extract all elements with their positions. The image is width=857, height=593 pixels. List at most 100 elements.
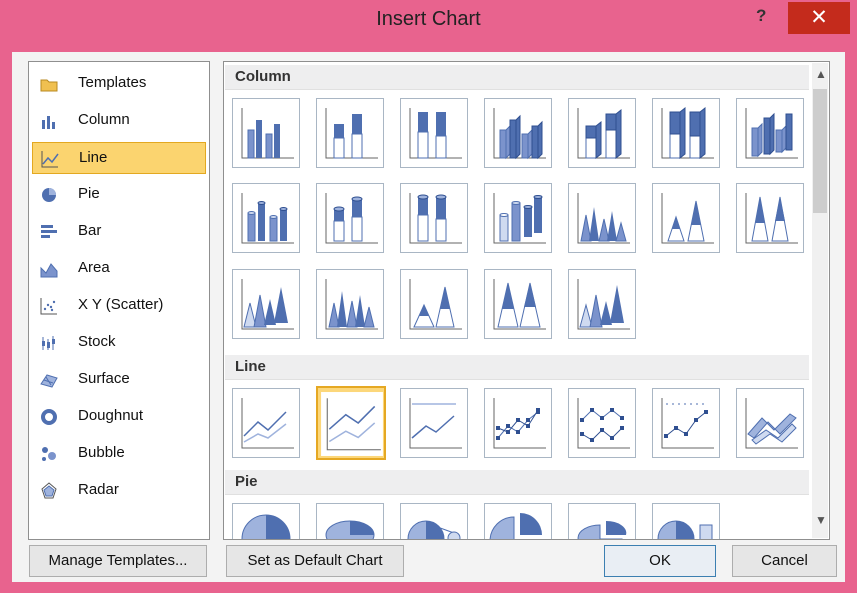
chart-subtype-3d-cylinder[interactable] [484,183,552,253]
chart-subtype-gallery: Column Line Pie ▲ ▼ [223,61,830,540]
chart-subtype-100-stacked-column[interactable] [400,98,468,168]
chart-type-radar[interactable]: Radar [32,475,206,507]
bar-of-pie-icon [657,520,713,539]
chart-subtype-clustered-pyramid[interactable] [316,269,384,339]
chart-subtype-3d-pyramid[interactable] [568,269,636,339]
percent-stacked-pyramid-icon [493,279,546,330]
chart-subtype-100-stacked-cone[interactable] [736,183,804,253]
set-default-chart-button[interactable]: Set as Default Chart [226,545,404,577]
scatter-chart-icon [40,298,57,315]
3d-percent-stacked-column-icon [661,106,714,160]
chart-subtype-exploded-3d-pie[interactable] [568,503,636,539]
scrollbar-thumb[interactable] [813,89,827,213]
gallery-scrollbar[interactable]: ▲ ▼ [812,63,828,538]
scroll-up-icon[interactable]: ▲ [815,67,827,81]
percent-stacked-line-markers-icon [661,398,714,449]
3d-pie-icon [325,520,375,539]
chart-subtype-3d-stacked-column[interactable] [568,98,636,168]
3d-clustered-column-icon [493,108,546,160]
chart-subtype-stacked-cone[interactable] [652,183,720,253]
chart-type-stock[interactable]: Stock [32,327,206,359]
section-header-pie: Pie [225,470,809,495]
chart-subtype-stacked-column[interactable] [316,98,384,168]
chart-type-label: Line [79,149,108,166]
stacked-cone-icon [661,193,714,244]
chart-subtype-stacked-line[interactable] [316,386,386,460]
chart-subtype-100-stacked-line[interactable] [400,388,468,458]
folder-icon [40,79,58,92]
3d-pyramid-icon [577,279,630,330]
chart-type-doughnut[interactable]: Doughnut [32,401,206,433]
chart-type-area[interactable]: Area [32,253,206,285]
chart-subtype-3d-line[interactable] [736,388,804,458]
chart-type-scatter[interactable]: X Y (Scatter) [32,290,206,322]
3d-cone-icon [241,279,294,330]
chart-type-column[interactable]: Column [32,105,206,137]
pie-icon [241,514,291,539]
clustered-cylinder-icon [241,193,294,244]
area-chart-icon [40,263,58,278]
chart-type-label: Doughnut [78,407,144,424]
chart-type-templates[interactable]: Templates [32,68,206,100]
chart-type-pie[interactable]: Pie [32,179,206,211]
chart-subtype-clustered-cylinder[interactable] [232,183,300,253]
cancel-button[interactable]: Cancel [732,545,837,577]
3d-column-icon [745,108,798,159]
chart-type-list: Templates Column Line Pie Bar Area X Y (… [28,61,210,540]
section-header-line: Line [225,355,809,380]
manage-templates-button[interactable]: Manage Templates... [29,545,207,577]
3d-line-icon [745,398,798,449]
surface-chart-icon [40,374,58,388]
dialog-client: Templates Column Line Pie Bar Area X Y (… [12,52,845,582]
chart-subtype-bar-of-pie[interactable] [652,503,720,539]
bar-chart-icon [41,225,57,238]
percent-stacked-cylinder-icon [409,193,462,244]
close-button[interactable]: ✕ [788,2,850,34]
percent-stacked-column-icon [409,108,462,159]
help-button[interactable]: ? [756,6,766,26]
chart-subtype-clustered-column[interactable] [232,98,300,168]
radar-chart-icon [41,482,57,499]
clustered-cone-icon [577,193,630,244]
chart-subtype-3d-pie[interactable] [316,503,384,539]
chart-type-line[interactable]: Line [32,142,206,174]
chart-subtype-clustered-cone[interactable] [568,183,636,253]
chart-type-label: Stock [78,333,116,350]
chart-subtype-100-stacked-cylinder[interactable] [400,183,468,253]
chart-type-bubble[interactable]: Bubble [32,438,206,470]
column-chart-icon [42,116,55,129]
chart-subtype-3d-100-stacked-column[interactable] [652,98,720,168]
3d-stacked-column-icon [577,108,630,160]
percent-stacked-line-icon [409,398,462,449]
chart-subtype-pie-of-pie[interactable] [400,503,468,539]
chart-type-label: Bar [78,222,102,239]
chart-type-surface[interactable]: Surface [32,364,206,396]
chart-subtype-3d-cone[interactable] [232,269,300,339]
line-markers-icon [493,398,546,449]
chart-subtype-100-stacked-line-with-markers[interactable] [652,388,720,458]
section-header-column: Column [225,65,809,90]
exploded-pie-icon [489,513,542,539]
chart-type-bar[interactable]: Bar [32,216,206,248]
exploded-3d-pie-icon [577,520,627,539]
chart-subtype-stacked-line-with-markers[interactable] [568,388,636,458]
scroll-down-icon[interactable]: ▼ [815,513,827,527]
chart-subtype-stacked-cylinder[interactable] [316,183,384,253]
chart-subtype-100-stacked-pyramid[interactable] [484,269,552,339]
chart-subtype-3d-column[interactable] [736,98,804,168]
chart-subtype-3d-clustered-column[interactable] [484,98,552,168]
dialog-title: Insert Chart [376,8,481,30]
chart-subtype-pie[interactable] [232,503,300,539]
stacked-pyramid-icon [409,279,462,330]
chart-subtype-line[interactable] [232,388,300,458]
doughnut-chart-icon [41,409,57,425]
stock-chart-icon [42,336,55,350]
chart-subtype-line-with-markers[interactable] [484,388,552,458]
chart-subtype-exploded-pie[interactable] [484,503,552,539]
line-chart-icon [41,151,59,168]
chart-subtype-stacked-pyramid[interactable] [400,269,468,339]
ok-button[interactable]: OK [604,545,716,577]
pie-chart-icon [42,188,56,202]
3d-cylinder-icon [493,193,546,244]
chart-type-label: X Y (Scatter) [78,296,164,313]
